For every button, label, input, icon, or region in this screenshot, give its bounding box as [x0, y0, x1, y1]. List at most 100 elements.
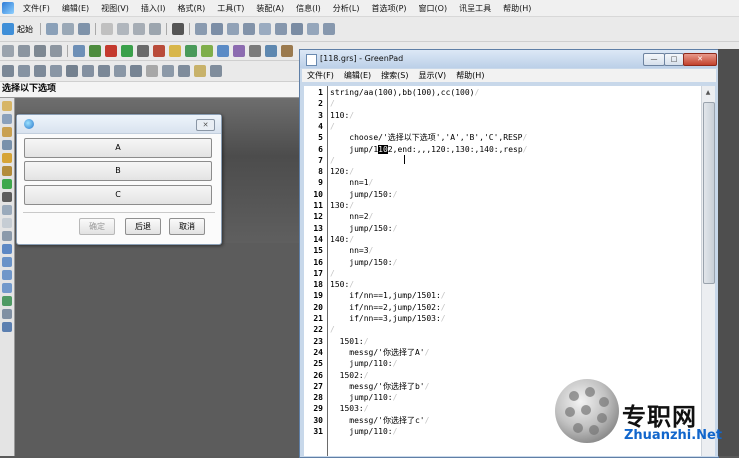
code-line[interactable]: 12 nn=2/	[304, 211, 701, 222]
arc-icon[interactable]	[18, 65, 30, 77]
code-line[interactable]: 13 jump/150:/	[304, 223, 701, 234]
shaded-icon[interactable]	[323, 23, 335, 35]
maximize-button[interactable]: □	[664, 53, 684, 66]
code-line[interactable]: 24 messg/'你选择了A'/	[304, 347, 701, 358]
start-icon[interactable]	[2, 23, 14, 35]
code-line[interactable]: 20 if/nn==2,jump/1502:/	[304, 302, 701, 313]
pocket-icon[interactable]	[201, 45, 213, 57]
code-line[interactable]: 27 messg/'你选择了b'/	[304, 381, 701, 392]
feature-icon[interactable]	[2, 231, 12, 241]
menu-insert[interactable]: 插入(I)	[135, 3, 172, 14]
unite-icon[interactable]	[265, 45, 277, 57]
code-line[interactable]: 4/	[304, 121, 701, 132]
revolve-icon[interactable]	[153, 45, 165, 57]
code-line[interactable]: 18 150:/	[304, 279, 701, 290]
back-button[interactable]: 后退	[125, 218, 161, 235]
print-icon[interactable]	[172, 23, 184, 35]
code-line[interactable]: 25 jump/110:/	[304, 358, 701, 369]
new-file-icon[interactable]	[46, 23, 58, 35]
undo-icon[interactable]	[149, 23, 161, 35]
code-line[interactable]: 15 nn=3/	[304, 245, 701, 256]
grip-icon[interactable]	[2, 322, 12, 332]
reuse-library-icon[interactable]	[2, 127, 12, 137]
blend-icon[interactable]	[217, 45, 229, 57]
code-line[interactable]: 11 130:/	[304, 200, 701, 211]
menu-window[interactable]: 窗口(O)	[413, 3, 454, 14]
chamfer-icon[interactable]	[233, 45, 245, 57]
menu-tools[interactable]: 工具(T)	[211, 3, 250, 14]
code-line[interactable]: 5 choose/'选择以下选项','A','B','C',RESP/	[304, 132, 701, 143]
code-line[interactable]: 14 140:/	[304, 234, 701, 245]
view-top-icon[interactable]	[211, 23, 223, 35]
palette-icon[interactable]	[2, 153, 12, 163]
menu-assembly[interactable]: 装配(A)	[250, 3, 290, 14]
view-iso-icon[interactable]	[243, 23, 255, 35]
code-line[interactable]: 21 if/nn==3,jump/1503:/	[304, 313, 701, 324]
greenpad-titlebar[interactable]: [118.grs] - GreenPad — □ ✕	[300, 50, 718, 68]
dialog-titlebar[interactable]: ✕	[17, 115, 221, 134]
cone-feature-icon[interactable]	[2, 270, 12, 280]
menu-xuncheng-tools[interactable]: 讯呈工具	[453, 3, 497, 14]
gp-menu-file[interactable]: 文件(F)	[302, 70, 339, 81]
gp-menu-view[interactable]: 显示(V)	[413, 70, 451, 81]
block-feature-icon[interactable]	[2, 244, 12, 254]
part-navigator-icon[interactable]	[2, 114, 12, 124]
pan-icon[interactable]	[291, 23, 303, 35]
extrude-icon[interactable]	[137, 45, 149, 57]
fillet-curve-icon[interactable]	[130, 65, 142, 77]
rotate-icon[interactable]	[307, 23, 319, 35]
system-materials-icon[interactable]	[2, 179, 12, 189]
save-icon[interactable]	[78, 23, 90, 35]
offset-curve-icon[interactable]	[98, 65, 110, 77]
paste-icon[interactable]	[133, 23, 145, 35]
block-icon[interactable]	[73, 45, 85, 57]
code-line[interactable]: 9 nn=1/	[304, 177, 701, 188]
view-right-icon[interactable]	[227, 23, 239, 35]
minimize-button[interactable]: —	[643, 53, 665, 66]
cut-icon[interactable]	[101, 23, 113, 35]
code-line[interactable]: 6 jump/1102,end:,,,120:,130:,140:,resp/	[304, 144, 701, 155]
menu-help[interactable]: 帮助(H)	[497, 3, 537, 14]
layer-icon[interactable]	[18, 45, 30, 57]
sphere-feature-icon[interactable]	[2, 283, 12, 293]
gp-menu-edit[interactable]: 编辑(E)	[339, 70, 376, 81]
code-line[interactable]: 23 1501:/	[304, 336, 701, 347]
copy-icon[interactable]	[117, 23, 129, 35]
analysis-icon[interactable]	[210, 65, 222, 77]
code-line[interactable]: 10 jump/150:/	[304, 189, 701, 200]
menu-info[interactable]: 信息(I)	[290, 3, 327, 14]
code-line[interactable]: 1 string/aa(100),bb(100),cc(100)/	[304, 87, 701, 98]
assembly-navigator-icon[interactable]	[2, 101, 12, 111]
sphere-icon[interactable]	[121, 45, 133, 57]
start-label[interactable]: 起始	[17, 24, 33, 35]
zoom-icon[interactable]	[275, 23, 287, 35]
cancel-button[interactable]: 取消	[169, 218, 205, 235]
option-b-button[interactable]: B	[24, 161, 212, 181]
trim-icon[interactable]	[114, 65, 126, 77]
process-icon[interactable]	[2, 166, 12, 176]
web-browser-icon[interactable]	[2, 205, 12, 215]
hole-icon[interactable]	[169, 45, 181, 57]
shell-icon[interactable]	[249, 45, 261, 57]
code-line[interactable]: 8 120:/	[304, 166, 701, 177]
gp-menu-help[interactable]: 帮助(H)	[451, 70, 489, 81]
code-line[interactable]: 22 /	[304, 324, 701, 335]
polygon-icon[interactable]	[66, 65, 78, 77]
cylinder-feature-icon[interactable]	[2, 257, 12, 267]
code-line[interactable]: 3 110:/	[304, 110, 701, 121]
expression-icon[interactable]	[2, 309, 12, 319]
code-line[interactable]: 26 1502:/	[304, 370, 701, 381]
option-c-button[interactable]: C	[24, 185, 212, 205]
code-line[interactable]: 7/	[304, 155, 701, 166]
code-line[interactable]: 2/	[304, 98, 701, 109]
code-line[interactable]: 16 jump/150:/	[304, 257, 701, 268]
fit-view-icon[interactable]	[259, 23, 271, 35]
menu-edit[interactable]: 编辑(E)	[56, 3, 95, 14]
sketch-icon[interactable]	[2, 45, 14, 57]
point-icon[interactable]	[146, 65, 158, 77]
cylinder-icon[interactable]	[89, 45, 101, 57]
plane-icon[interactable]	[162, 65, 174, 77]
wcs-icon[interactable]	[34, 45, 46, 57]
measure-icon[interactable]	[194, 65, 206, 77]
ok-button[interactable]: 确定	[79, 218, 115, 235]
